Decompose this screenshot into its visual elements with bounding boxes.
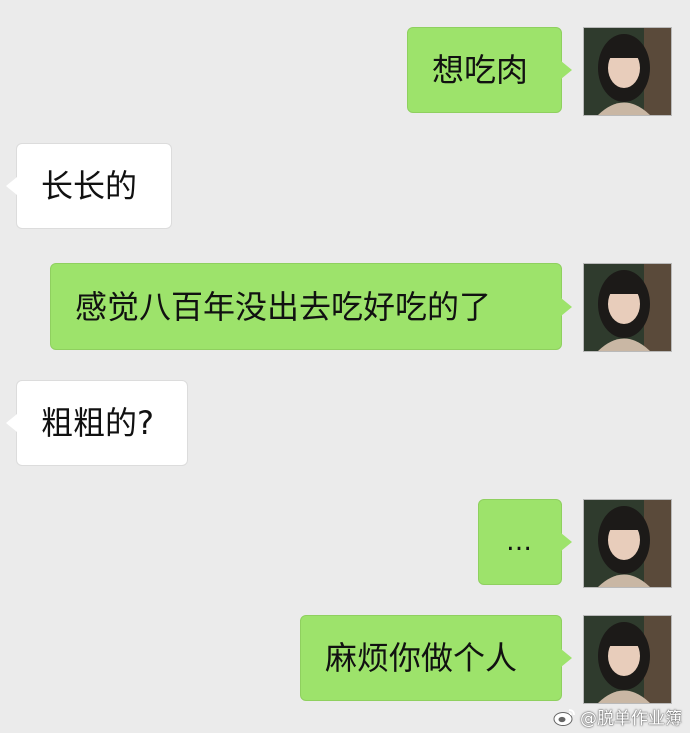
message-text: 粗粗的? — [41, 404, 154, 442]
received-message-bubble[interactable]: 长长的 — [6, 143, 172, 229]
received-message-bubble[interactable]: 粗粗的? — [6, 380, 188, 466]
watermark-text: @脱单作业簿 — [580, 709, 682, 729]
user-avatar[interactable] — [583, 615, 672, 704]
avatar-photo-icon — [584, 264, 671, 351]
user-avatar[interactable] — [583, 27, 672, 116]
message-text: … — [506, 527, 534, 557]
avatar-photo-icon — [584, 28, 671, 115]
sent-message-bubble[interactable]: 麻烦你做个人 — [300, 615, 572, 701]
chat-window: 想吃肉 长长的 感觉八百年没出去吃好吃的了 粗粗的? … 麻烦你做个人 @脱单作… — [0, 0, 690, 733]
user-avatar[interactable] — [583, 499, 672, 588]
avatar-photo-icon — [584, 616, 671, 703]
sent-message-bubble[interactable]: 感觉八百年没出去吃好吃的了 — [50, 263, 572, 350]
watermark: @脱单作业簿 — [553, 704, 682, 729]
message-text: 麻烦你做个人 — [325, 639, 518, 677]
message-text: 感觉八百年没出去吃好吃的了 — [75, 287, 492, 326]
message-text: 长长的 — [41, 167, 138, 205]
sent-message-bubble[interactable]: … — [478, 499, 572, 585]
avatar-photo-icon — [584, 500, 671, 587]
message-text: 想吃肉 — [432, 51, 529, 89]
weibo-icon — [553, 708, 575, 726]
sent-message-bubble[interactable]: 想吃肉 — [407, 27, 572, 113]
user-avatar[interactable] — [583, 263, 672, 352]
